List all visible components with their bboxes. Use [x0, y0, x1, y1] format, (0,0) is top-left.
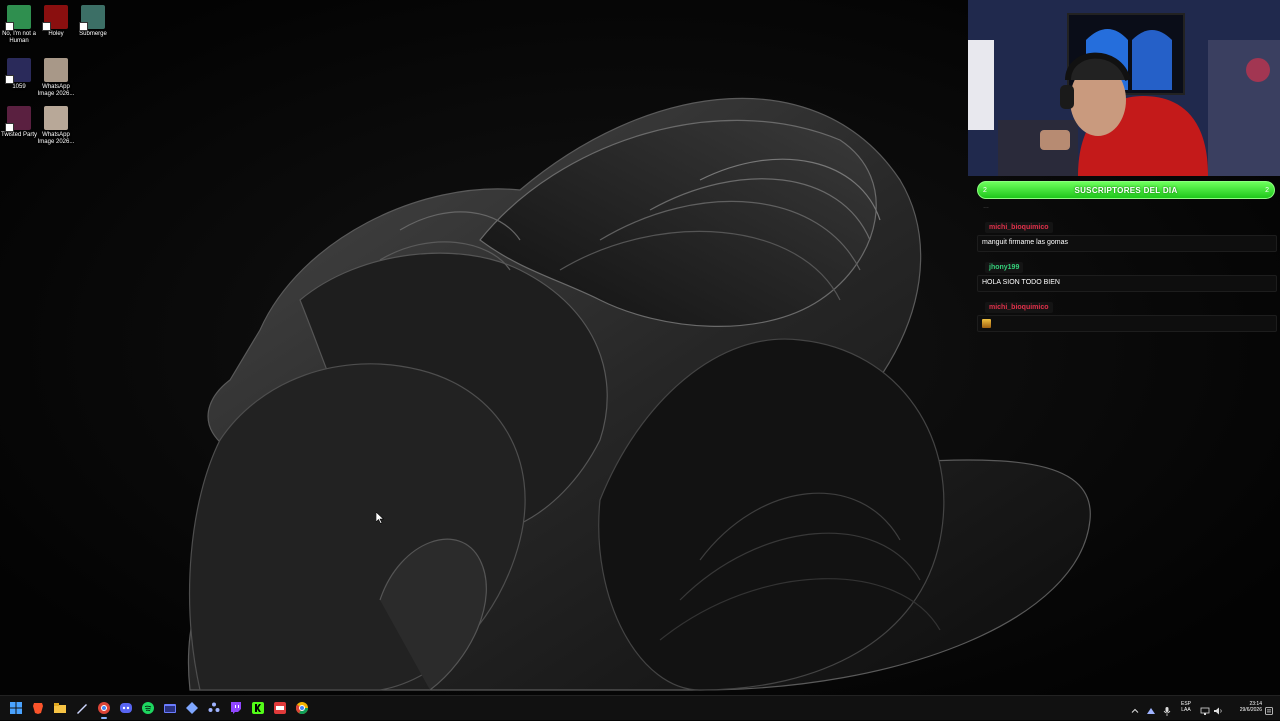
puzzle-app-icon[interactable] — [207, 701, 221, 715]
network-app-icon[interactable] — [185, 701, 199, 715]
chat-message: michi_bioquimico — [977, 296, 1277, 332]
notification-bell-icon[interactable] — [1264, 703, 1274, 715]
desktop-icon-no-im-not-a-human[interactable]: No, I'm not a Human — [0, 5, 38, 45]
desktop-icon-label: WhatsApp Image 2026... — [37, 132, 75, 145]
game-thumbnail-icon — [5, 58, 31, 84]
tray-app-icon[interactable] — [1146, 703, 1156, 714]
chat-message: michi_bioquimico manguit firmame las gom… — [977, 216, 1277, 252]
window-app-icon[interactable] — [163, 701, 177, 715]
taskbar: ESP LAA 23:14 29/6/2026 — [0, 695, 1280, 720]
game-thumbnail-icon — [79, 5, 105, 31]
clock-date: 29/6/2026 — [1239, 707, 1262, 713]
game-launcher-icon[interactable] — [273, 701, 287, 715]
chat-faded-line: … — [983, 204, 989, 210]
image-thumbnail-icon — [44, 106, 68, 130]
chrome-icon[interactable] — [295, 701, 309, 715]
subs-bar-title: SUSCRIPTORES DEL DIA — [1074, 185, 1178, 195]
show-hidden-icons-chevron-icon[interactable] — [1130, 703, 1140, 713]
shortcut-arrow-icon — [5, 22, 14, 31]
kick-icon[interactable] — [251, 701, 265, 715]
desktop-icon-label: Submerge — [79, 31, 107, 37]
desktop-icon-twisted-party[interactable]: Twisted Party — [0, 106, 38, 139]
windows-start-icon[interactable] — [9, 701, 23, 715]
chat-username: jhony199 — [985, 262, 1024, 273]
shortcut-arrow-icon — [42, 22, 51, 31]
shortcut-arrow-icon — [5, 75, 14, 84]
gold-emote-icon — [982, 319, 991, 328]
stream-chat: … michi_bioquimico manguit firmame las g… — [977, 204, 1277, 336]
chat-username: michi_bioquimico — [985, 302, 1053, 313]
discord-icon[interactable] — [119, 701, 133, 715]
brave-browser-icon[interactable] — [31, 701, 45, 715]
game-thumbnail-icon — [5, 5, 31, 31]
file-explorer-icon[interactable] — [53, 701, 67, 715]
game-thumbnail-icon — [42, 5, 68, 31]
image-thumbnail-icon — [44, 58, 68, 82]
chat-message: jhony199 HOLA SION TODO BIEN — [977, 256, 1277, 292]
subs-count-left: 2 — [983, 186, 987, 194]
clock[interactable]: 23:14 29/6/2026 — [1232, 701, 1262, 713]
language-indicator[interactable]: ESP LAA — [1178, 701, 1194, 713]
desktop-icon-label: No, I'm not a Human — [2, 31, 36, 44]
spotify-icon[interactable] — [141, 701, 155, 715]
desktop-icon-label: 1059 — [12, 84, 26, 90]
desktop-icon-label: WhatsApp Image 2026... — [37, 84, 75, 97]
desktop-icon-submerge[interactable]: Submerge — [74, 5, 112, 38]
chat-message-text: HOLA SION TODO BIEN — [977, 275, 1277, 292]
microphone-icon[interactable] — [1162, 703, 1172, 716]
stylus-icon[interactable] — [75, 701, 89, 715]
webcam-overlay — [968, 0, 1280, 176]
mouse-cursor-icon — [376, 512, 384, 524]
chat-message-text: manguit firmame las gomas — [977, 235, 1277, 252]
subscribers-of-the-day-bar: 2 SUSCRIPTORES DEL DIA 2 — [977, 181, 1275, 199]
desktop-icon-holey[interactable]: Holey — [37, 5, 75, 38]
desktop-icon-whatsapp-image-1[interactable]: WhatsApp Image 2026... — [37, 58, 75, 98]
twitch-icon[interactable] — [229, 701, 243, 715]
game-thumbnail-icon — [5, 106, 31, 132]
keyboard-layout: LAA — [1181, 707, 1191, 713]
desktop-icon-label: Holey — [48, 31, 64, 37]
chat-username: michi_bioquimico — [985, 222, 1053, 233]
shortcut-arrow-icon — [79, 22, 88, 31]
desktop-icon-label: Twisted Party — [0, 132, 37, 138]
shortcut-arrow-icon — [5, 123, 14, 132]
chat-message-emote-row — [977, 315, 1277, 332]
desktop-icon-1059[interactable]: 1059 — [0, 58, 38, 91]
chrome-active-icon[interactable] — [97, 701, 111, 719]
subs-count-right: 2 — [1265, 186, 1269, 194]
desktop-icon-whatsapp-image-2[interactable]: WhatsApp Image 2026... — [37, 106, 75, 146]
network-monitor-icon[interactable] — [1200, 703, 1210, 715]
volume-icon[interactable] — [1213, 703, 1223, 715]
